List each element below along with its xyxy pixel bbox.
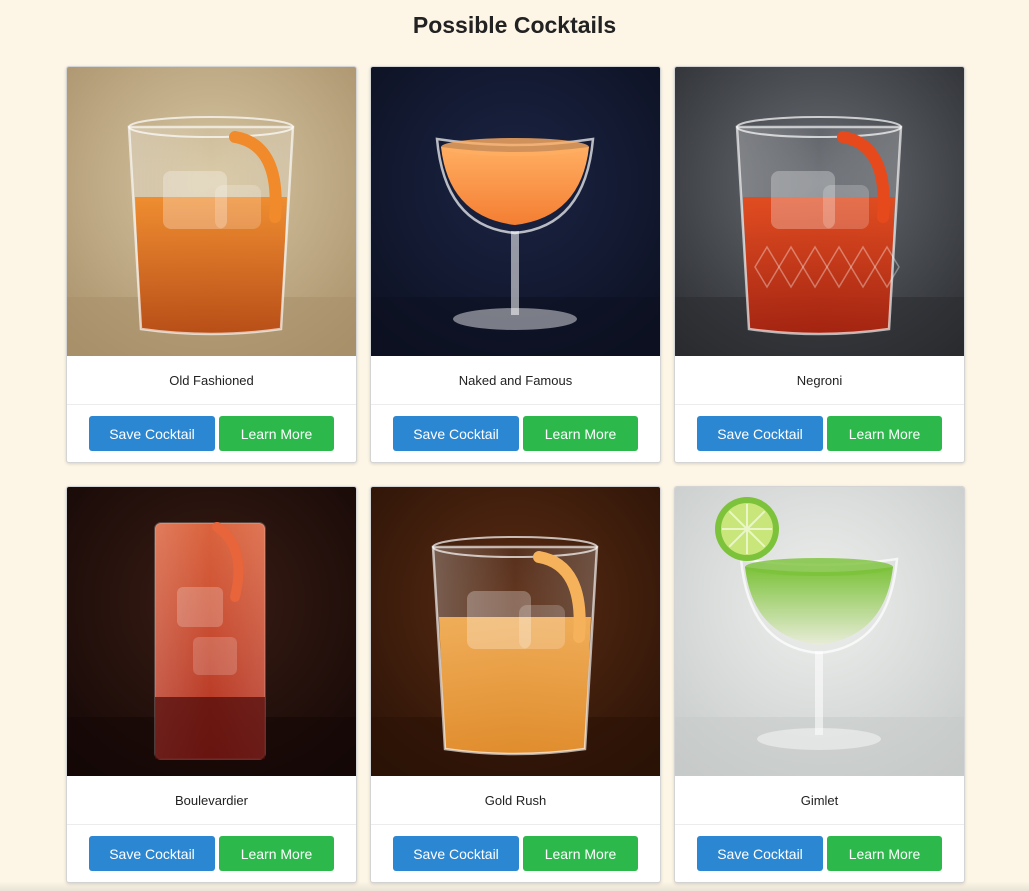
cocktail-photo: [675, 67, 964, 356]
page-title: Possible Cocktails: [412, 12, 617, 38]
cocktail-card: Boulevardier Save Cocktail Learn More: [66, 486, 357, 883]
cocktail-photo: [371, 67, 660, 356]
cocktail-card: Negroni Save Cocktail Learn More: [674, 66, 965, 463]
save-cocktail-button[interactable]: Save Cocktail: [393, 836, 519, 871]
learn-more-button[interactable]: Learn More: [523, 836, 638, 871]
cocktail-card: Old Fashioned Save Cocktail Learn More: [66, 66, 357, 463]
cocktail-name: Boulevardier: [67, 776, 356, 825]
save-cocktail-button[interactable]: Save Cocktail: [697, 836, 823, 871]
card-actions: Save Cocktail Learn More: [67, 405, 356, 462]
save-cocktail-button[interactable]: Save Cocktail: [89, 836, 215, 871]
save-cocktail-button[interactable]: Save Cocktail: [697, 416, 823, 451]
learn-more-button[interactable]: Learn More: [219, 416, 334, 451]
save-cocktail-button[interactable]: Save Cocktail: [89, 416, 215, 451]
cocktail-photo: [67, 67, 356, 356]
cocktail-name: Old Fashioned: [67, 356, 356, 405]
card-actions: Save Cocktail Learn More: [371, 405, 660, 462]
cocktail-card: Gimlet Save Cocktail Learn More: [674, 486, 965, 883]
cocktail-name: Naked and Famous: [371, 356, 660, 405]
cocktail-photo: [371, 487, 660, 776]
learn-more-button[interactable]: Learn More: [827, 416, 942, 451]
card-actions: Save Cocktail Learn More: [371, 825, 660, 882]
cocktail-name: Gimlet: [675, 776, 964, 825]
card-actions: Save Cocktail Learn More: [67, 825, 356, 882]
cocktail-name: Gold Rush: [371, 776, 660, 825]
cocktail-card: Naked and Famous Save Cocktail Learn Mor…: [370, 66, 661, 463]
bottom-shadow: [0, 881, 1029, 891]
card-actions: Save Cocktail Learn More: [675, 405, 964, 462]
learn-more-button[interactable]: Learn More: [523, 416, 638, 451]
cocktail-photo: [67, 487, 356, 776]
card-actions: Save Cocktail Learn More: [675, 825, 964, 882]
cocktail-grid: Old Fashioned Save Cocktail Learn More N…: [66, 66, 965, 883]
cocktail-name: Negroni: [675, 356, 964, 405]
cocktail-card: Gold Rush Save Cocktail Learn More: [370, 486, 661, 883]
cocktail-photo: [675, 487, 964, 776]
learn-more-button[interactable]: Learn More: [219, 836, 334, 871]
save-cocktail-button[interactable]: Save Cocktail: [393, 416, 519, 451]
learn-more-button[interactable]: Learn More: [827, 836, 942, 871]
